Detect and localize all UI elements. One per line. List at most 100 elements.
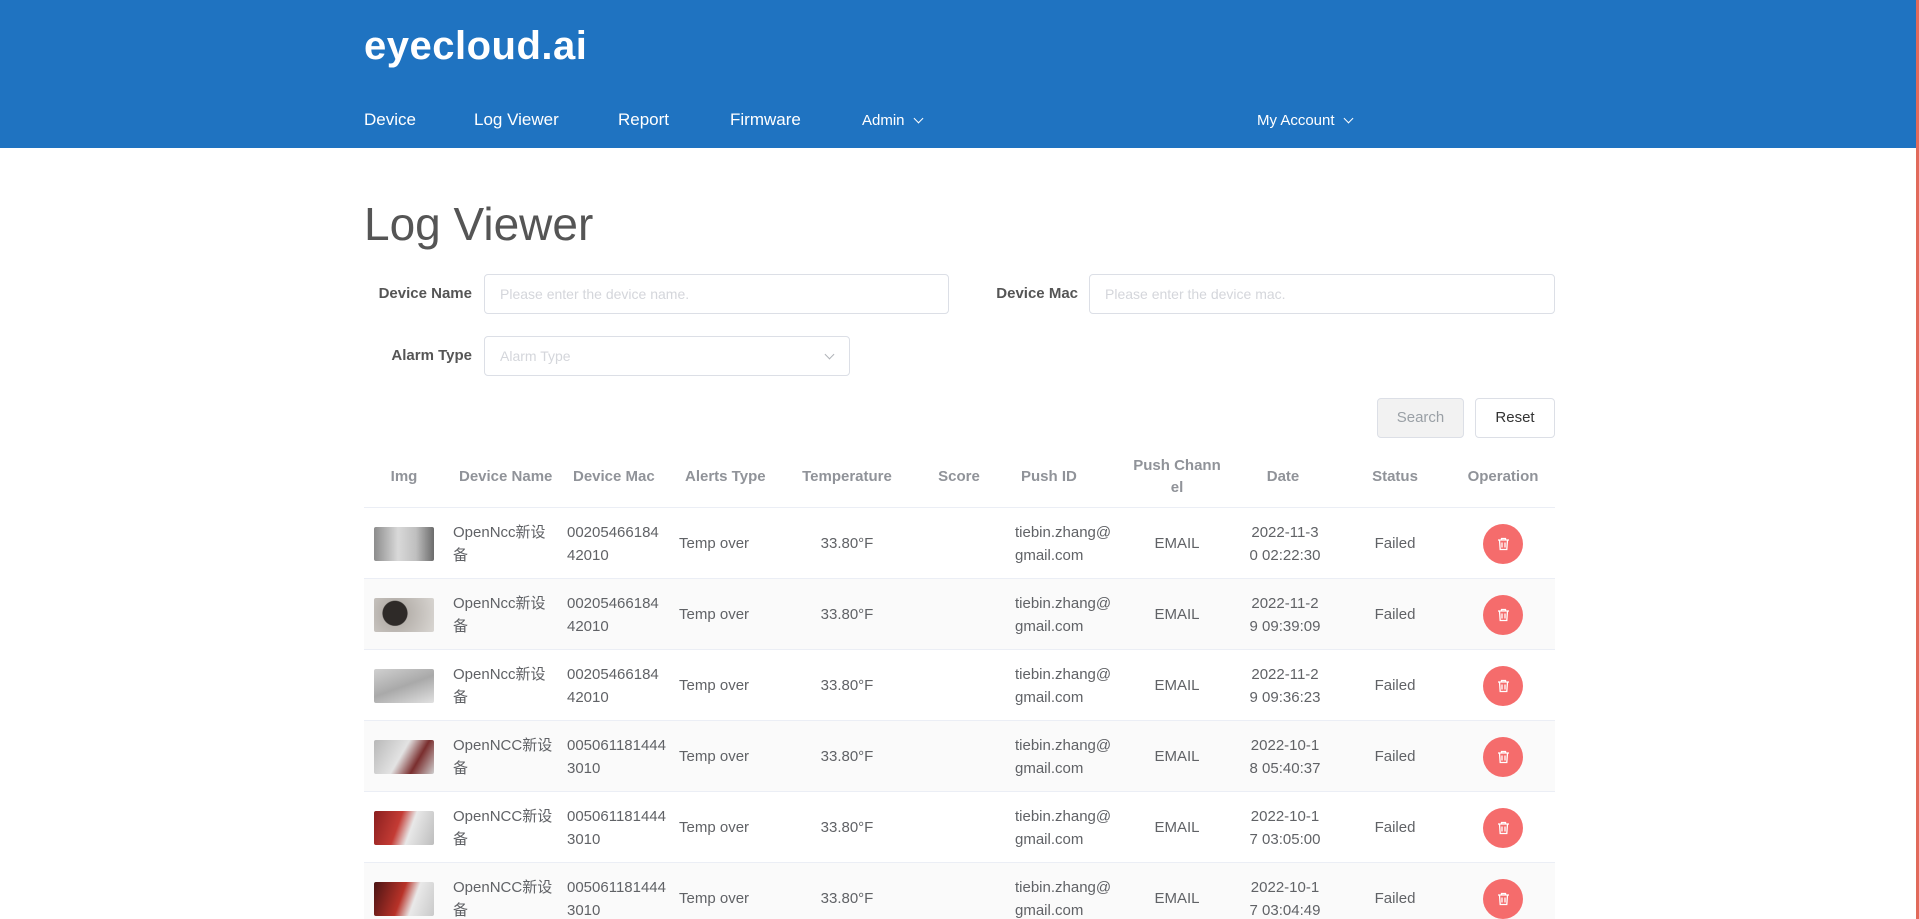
cell-status: Failed [1374, 890, 1416, 907]
cell-device-mac: 0050611814443010 [567, 807, 666, 848]
cell-alerts-type: Temp over [679, 535, 750, 552]
cell-img [364, 508, 444, 579]
col-status: Status [1372, 468, 1418, 485]
cell-operation [1451, 508, 1555, 579]
cell-status: Failed [1374, 535, 1416, 552]
col-alerts-type: Alerts Type [685, 468, 766, 485]
delete-button[interactable] [1483, 594, 1523, 635]
log-table: Img Device Name Device Mac Alerts Type T… [364, 446, 1555, 919]
cell-push-channel: EMAIL [1154, 890, 1200, 907]
trash-icon [1497, 750, 1509, 763]
cell-operation [1451, 721, 1555, 792]
brand-logo[interactable]: eyecloud.ai [364, 24, 587, 69]
cell-push-id: tiebin.zhang@gmail.com [1015, 665, 1112, 706]
cell-device-mac: 0050611814443010 [567, 878, 666, 919]
alarm-type-placeholder: Alarm Type [500, 348, 571, 364]
alarm-snapshot-thumbnail[interactable] [374, 526, 434, 561]
cell-date: 2022-10-17 03:04:49 [1249, 878, 1321, 919]
alarm-type-label: Alarm Type [391, 347, 472, 364]
table-row: OpenNcc新设备 0020546618442010 Temp over 33.80… [364, 508, 1555, 579]
table-body: OpenNcc新设备 0020546618442010 Temp over 33.80… [364, 508, 1555, 919]
nav-report[interactable]: Report [618, 110, 669, 130]
cell-status: Failed [1374, 606, 1416, 623]
cell-device-name: OpenNcc新设备 [453, 665, 546, 706]
col-score: Score [938, 468, 980, 485]
cell-device-name: OpenNcc新设备 [453, 523, 546, 564]
cell-alerts-type: Temp over [679, 606, 750, 623]
cell-push-channel: EMAIL [1154, 606, 1200, 623]
delete-button[interactable] [1483, 878, 1523, 919]
cell-operation [1451, 650, 1555, 721]
cell-date: 2022-10-17 03:05:00 [1249, 807, 1321, 848]
cell-alerts-type: Temp over [679, 819, 750, 836]
cell-score [903, 792, 1015, 863]
col-temperature: Temperature [802, 468, 892, 485]
trash-icon [1497, 679, 1509, 692]
cell-temperature: 33.80°F [820, 677, 874, 694]
device-name-label: Device Name [378, 285, 472, 302]
trash-icon [1497, 892, 1509, 905]
cell-img [364, 863, 444, 919]
device-name-input[interactable] [484, 274, 949, 314]
cell-date: 2022-11-30 02:22:30 [1249, 523, 1321, 564]
table-row: OpenNcc新设备 0020546618442010 Temp over 33.80… [364, 650, 1555, 721]
cell-date: 2022-11-29 09:39:09 [1249, 594, 1321, 635]
nav-admin[interactable]: Admin [862, 112, 923, 129]
alarm-snapshot-thumbnail[interactable] [374, 739, 434, 774]
cell-temperature: 33.80°F [820, 606, 874, 623]
table-row: OpenNCC新设备 0050611814443010 Temp over 33.80… [364, 721, 1555, 792]
cell-device-name: OpenNCC新设备 [453, 736, 553, 777]
nav-firmware[interactable]: Firmware [730, 110, 801, 130]
table-header: Img Device Name Device Mac Alerts Type T… [364, 446, 1555, 508]
col-img: Img [390, 468, 418, 485]
chevron-down-icon [913, 113, 923, 124]
alarm-snapshot-thumbnail[interactable] [374, 810, 434, 845]
nav-log-viewer[interactable]: Log Viewer [474, 110, 559, 130]
cell-img [364, 650, 444, 721]
cell-push-id: tiebin.zhang@gmail.com [1015, 523, 1112, 564]
cell-operation [1451, 579, 1555, 650]
alarm-snapshot-thumbnail[interactable] [374, 668, 434, 703]
col-push-channel: Push Channel [1133, 457, 1221, 496]
nav-my-account[interactable]: My Account [1257, 112, 1353, 129]
cell-score [903, 650, 1015, 721]
col-push-id: Push ID [1021, 468, 1077, 485]
cell-img [364, 792, 444, 863]
nav-device[interactable]: Device [364, 110, 416, 130]
nav-admin-label: Admin [862, 112, 905, 129]
cell-device-mac: 0050611814443010 [567, 736, 666, 777]
chevron-down-icon [824, 349, 835, 360]
delete-button[interactable] [1483, 807, 1523, 848]
alarm-type-select[interactable]: Alarm Type [484, 336, 850, 376]
page-title: Log Viewer [364, 198, 594, 250]
alarm-snapshot-thumbnail[interactable] [374, 597, 434, 632]
col-date: Date [1266, 468, 1300, 485]
cell-img [364, 579, 444, 650]
cell-device-mac: 0020546618442010 [567, 523, 659, 564]
device-mac-label: Device Mac [996, 285, 1078, 302]
table-row: OpenNCC新设备 0050611814443010 Temp over 33.80… [364, 863, 1555, 919]
cell-alerts-type: Temp over [679, 890, 750, 907]
cell-img [364, 721, 444, 792]
col-device-name: Device Name [459, 468, 553, 485]
cell-status: Failed [1374, 819, 1416, 836]
top-header: eyecloud.ai Device Log Viewer Report Fir… [0, 0, 1919, 148]
alarm-snapshot-thumbnail[interactable] [374, 881, 434, 916]
reset-button[interactable]: Reset [1475, 398, 1555, 438]
cell-device-mac: 0020546618442010 [567, 665, 659, 706]
cell-device-name: OpenNCC新设备 [453, 878, 553, 919]
cell-push-channel: EMAIL [1154, 748, 1200, 765]
delete-button[interactable] [1483, 736, 1523, 777]
search-button[interactable]: Search [1377, 398, 1464, 438]
cell-push-id: tiebin.zhang@gmail.com [1015, 594, 1112, 635]
delete-button[interactable] [1483, 523, 1523, 564]
cell-push-id: tiebin.zhang@gmail.com [1015, 807, 1112, 848]
col-operation: Operation [1467, 468, 1539, 485]
table-row: OpenNCC新设备 0050611814443010 Temp over 33.80… [364, 792, 1555, 863]
trash-icon [1497, 608, 1509, 621]
cell-device-name: OpenNcc新设备 [453, 594, 546, 635]
delete-button[interactable] [1483, 665, 1523, 706]
device-mac-input[interactable] [1089, 274, 1555, 314]
col-device-mac: Device Mac [573, 468, 655, 485]
cell-push-id: tiebin.zhang@gmail.com [1015, 878, 1112, 919]
